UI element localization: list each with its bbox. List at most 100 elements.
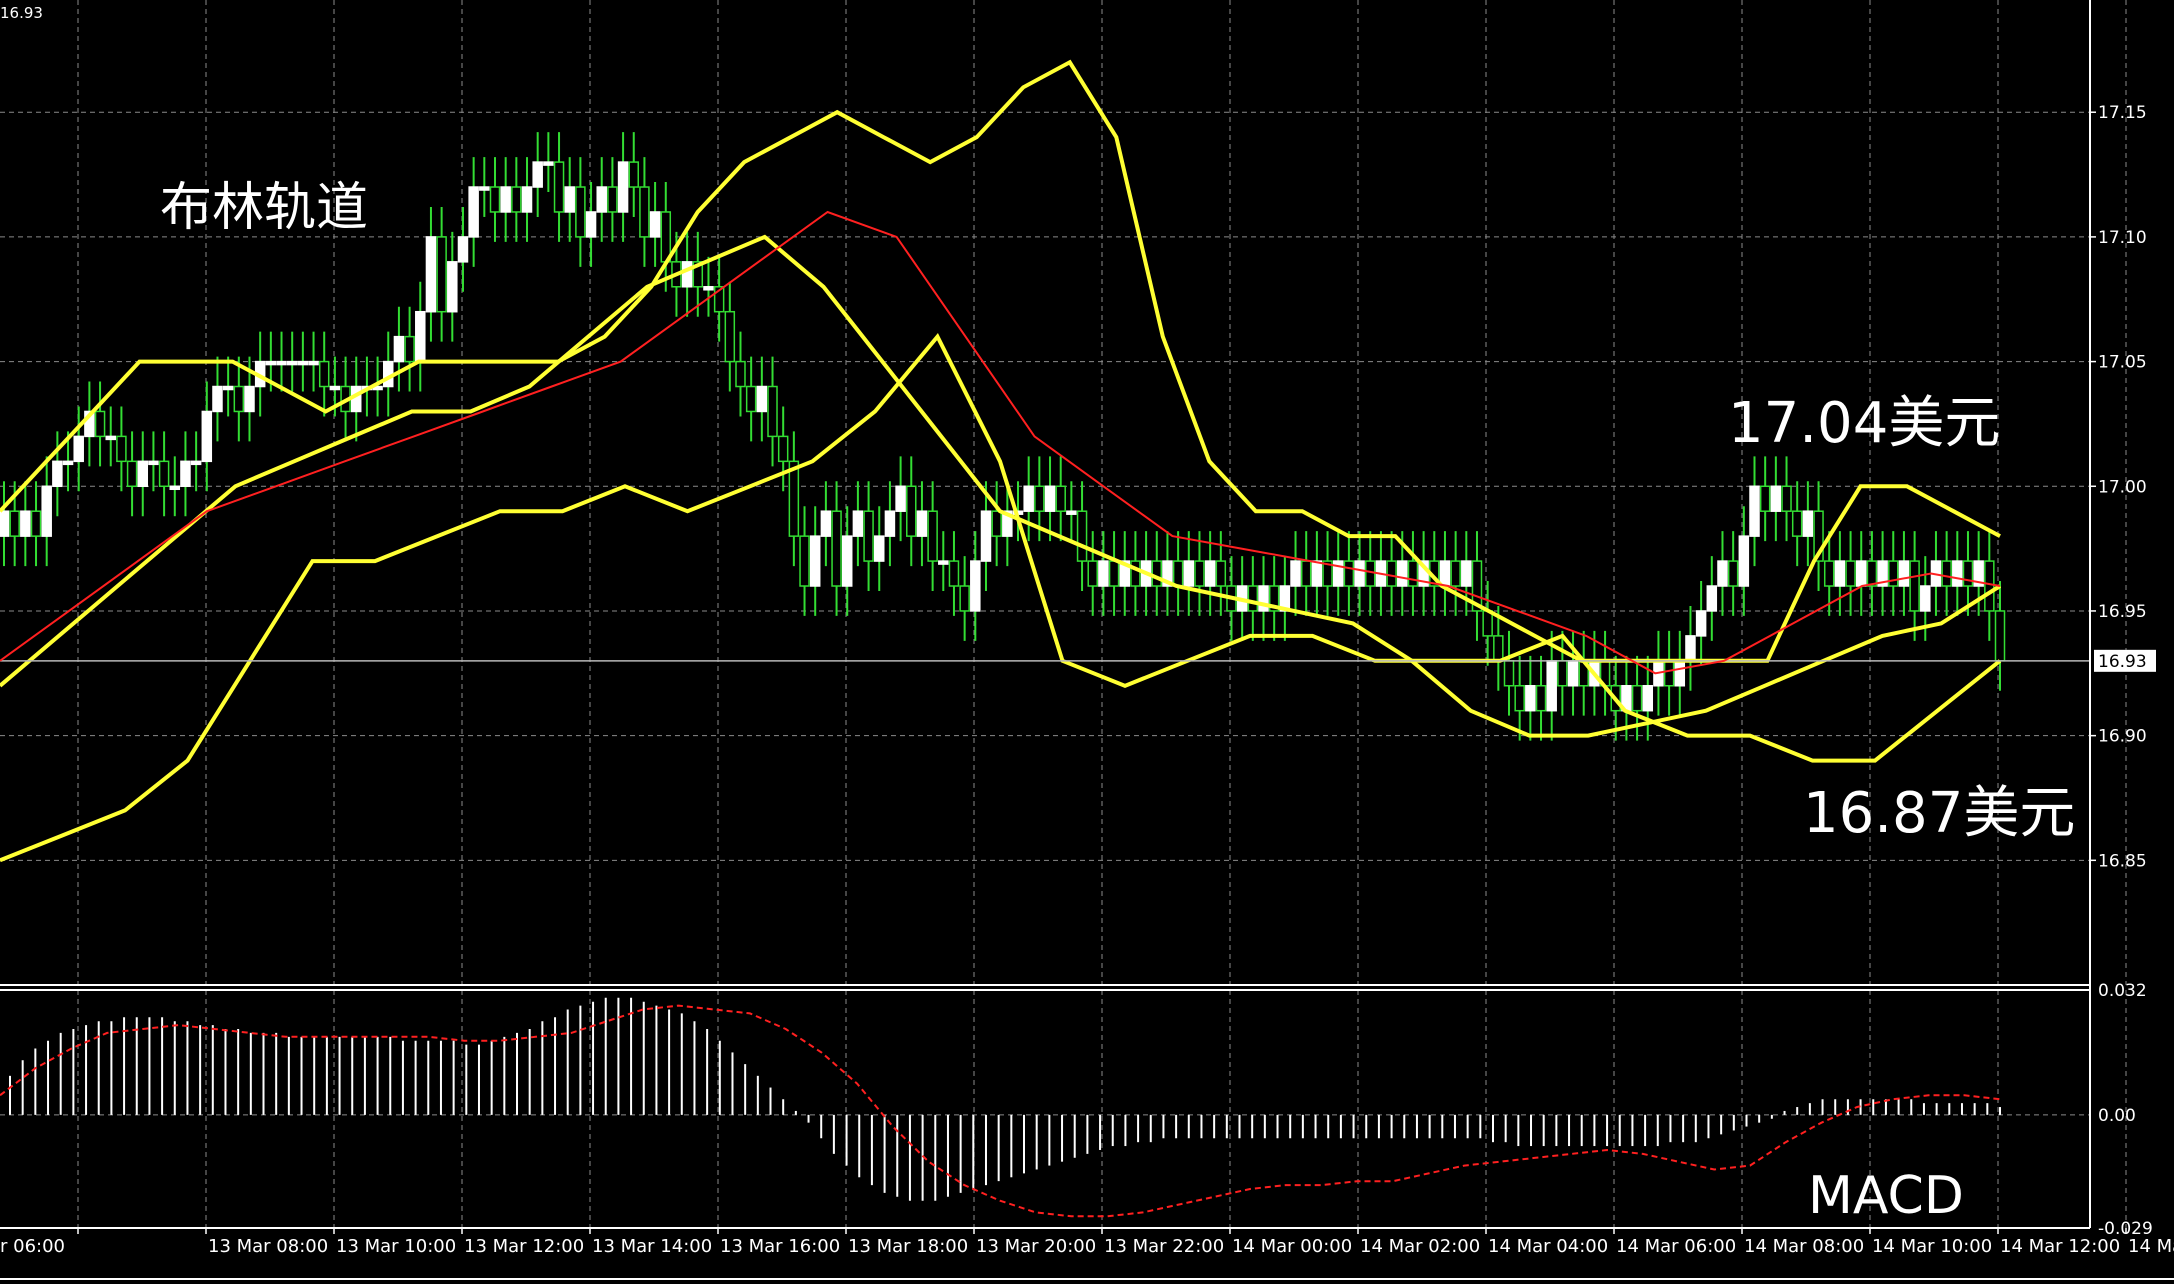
candle-body: [20, 510, 31, 537]
candle-body: [1834, 560, 1846, 587]
candle-body: [1034, 485, 1045, 512]
candle-body: [244, 385, 255, 413]
candle-body: [1781, 485, 1792, 512]
candle-body: [436, 236, 447, 313]
upper-level-annotation: 17.04美元: [1728, 391, 2001, 456]
candle-body: [639, 186, 650, 238]
candle-body: [1567, 660, 1579, 687]
candle-body: [329, 385, 341, 391]
candle-body: [9, 510, 20, 537]
candle-body: [1962, 560, 1974, 587]
candle-body: [1130, 560, 1141, 587]
candle-body: [1802, 510, 1814, 537]
candle-body: [1706, 585, 1718, 612]
x-tick-label: 14 Mar 04:00: [1488, 1236, 1608, 1257]
x-tick-label: 14 Mar 00:00: [1232, 1236, 1352, 1257]
candle-body: [1204, 560, 1216, 587]
candle-body: [1386, 560, 1397, 587]
candle-body: [1023, 485, 1034, 512]
candle-body: [521, 186, 533, 213]
candle-body: [1493, 635, 1504, 662]
candle-body: [1397, 560, 1408, 587]
candle-body: [148, 460, 159, 466]
candle-body: [1290, 560, 1301, 587]
candle-body: [30, 510, 42, 537]
candle-body: [1183, 560, 1195, 587]
moving-average: [0, 210, 2001, 675]
candle-body: [318, 360, 330, 388]
candle-body: [1247, 585, 1259, 612]
candle-body: [169, 485, 181, 491]
candle-body: [1717, 560, 1728, 587]
candle-body: [703, 286, 714, 291]
candle-body: [1952, 560, 1963, 587]
candle-body: [116, 435, 127, 463]
candle-body: [1215, 560, 1227, 587]
candle-body: [404, 335, 415, 363]
candle-body: [1631, 685, 1643, 712]
macd-signal-line: [0, 1004, 2001, 1218]
candle-body: [959, 585, 970, 612]
x-tick-label: 14 Mar 10:00: [1872, 1236, 1992, 1257]
candle-body: [500, 186, 511, 213]
candle-body: [1898, 560, 1910, 587]
candle-body: [681, 261, 693, 288]
candle-body: [1855, 560, 1867, 587]
candle-body: [777, 435, 789, 463]
candle-body: [745, 385, 757, 413]
candle-body: [1525, 685, 1536, 712]
candle-body: [1450, 560, 1461, 587]
candle-body: [1845, 560, 1856, 587]
candle-body: [991, 510, 1002, 537]
x-tick-label: 14 Mar 02:00: [1360, 1236, 1480, 1257]
y-tick-label: 17.05: [2098, 353, 2147, 373]
candle-body: [820, 510, 832, 537]
candle-body: [660, 211, 672, 263]
candle-body: [457, 236, 469, 263]
candle-body: [511, 186, 522, 213]
candle-body: [1695, 610, 1707, 637]
candle-body: [585, 211, 597, 238]
candle-body: [180, 460, 191, 488]
candle-body: [927, 510, 938, 562]
bollinger-annotation: 布林轨道: [160, 178, 369, 238]
y-tick-label: 16.85: [2098, 851, 2147, 871]
candle-body: [906, 485, 917, 537]
candle-body: [1642, 685, 1654, 712]
candle-body: [607, 186, 618, 213]
x-tick-label: 13 Mar 10:00: [336, 1236, 456, 1257]
candle-body: [1685, 635, 1696, 662]
candle-body: [1055, 485, 1066, 512]
candle-body: [1663, 660, 1675, 687]
candle-body: [1546, 660, 1557, 712]
candle-body: [1984, 560, 1995, 612]
candle-body: [1941, 560, 1952, 587]
candle-body: [617, 161, 629, 213]
candle-body: [1354, 560, 1365, 587]
candle-body: [1482, 610, 1493, 637]
candle-body: [222, 385, 234, 391]
x-tick-label: 14 Mar 12:00: [2000, 1236, 2120, 1257]
candle-body: [1738, 535, 1750, 587]
candle-body: [489, 186, 501, 213]
candle-body: [831, 510, 842, 587]
lower-level-annotation: 16.87美元: [1803, 781, 2076, 846]
candle-body: [41, 485, 52, 537]
candle-body: [1343, 560, 1355, 587]
candle-body: [1364, 560, 1376, 587]
candle-body: [233, 385, 245, 413]
candle-body: [980, 510, 992, 562]
candle-body: [212, 385, 223, 413]
candle-body: [1909, 560, 1920, 612]
candle-body: [137, 460, 149, 488]
candle-body: [468, 186, 479, 238]
candle-body: [895, 485, 906, 512]
candle-body: [1461, 560, 1472, 587]
y-tick-label: 17.15: [2098, 103, 2147, 123]
candle-body: [575, 186, 586, 238]
candle-body: [265, 360, 277, 366]
candle-body: [1674, 660, 1686, 687]
x-tick-label: 13 Mar 08:00: [208, 1236, 328, 1257]
candle-body: [1514, 685, 1525, 712]
candle-body: [393, 335, 405, 363]
